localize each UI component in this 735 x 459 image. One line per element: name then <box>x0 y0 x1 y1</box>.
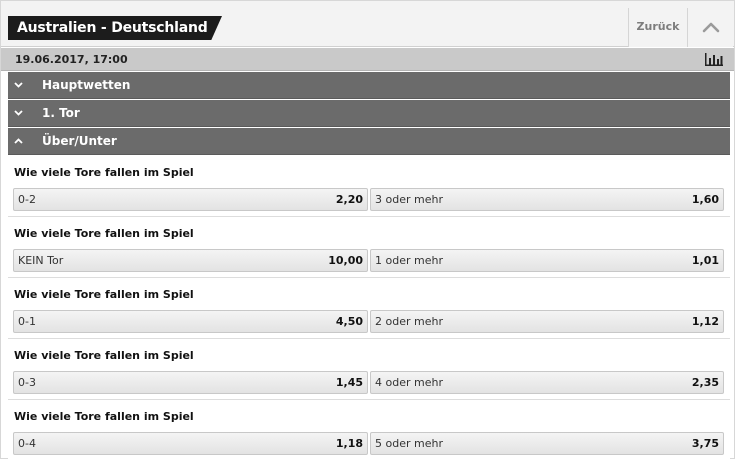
market-row: Wie viele Tore fallen im Spiel 0-3 1,45 … <box>8 339 730 400</box>
market-row: Wie viele Tore fallen im Spiel 0-1 4,50 … <box>8 278 730 339</box>
odd-button[interactable]: 4 oder mehr 2,35 <box>370 371 724 394</box>
match-date-row: 19.06.2017, 17:00 <box>1 48 734 71</box>
odd-value: 1,18 <box>335 437 363 450</box>
odd-value: 2,20 <box>335 193 363 206</box>
section-label: Über/Unter <box>42 134 117 148</box>
odd-button[interactable]: 0-2 2,20 <box>13 188 368 211</box>
section-ueber-unter[interactable]: Über/Unter <box>8 128 730 155</box>
bar-chart-icon[interactable] <box>704 52 724 67</box>
odd-name: 0-1 <box>18 315 36 328</box>
market-question: Wie viele Tore fallen im Spiel <box>14 410 194 423</box>
odd-value: 1,60 <box>691 193 719 206</box>
odd-name: 2 oder mehr <box>375 315 443 328</box>
chevron-down-icon <box>14 82 23 88</box>
section-toggle <box>8 72 28 99</box>
odd-name: 0-4 <box>18 437 36 450</box>
odd-name: 5 oder mehr <box>375 437 443 450</box>
market-row: Wie viele Tore fallen im Spiel 0-4 1,18 … <box>8 400 730 459</box>
match-header: Australien - Deutschland Zurück <box>1 1 734 47</box>
market-row: Wie viele Tore fallen im Spiel KEIN Tor … <box>8 217 730 278</box>
odd-name: 3 oder mehr <box>375 193 443 206</box>
collapse-button[interactable] <box>687 8 733 47</box>
market-question: Wie viele Tore fallen im Spiel <box>14 349 194 362</box>
odd-button[interactable]: KEIN Tor 10,00 <box>13 249 368 272</box>
odd-button[interactable]: 1 oder mehr 1,01 <box>370 249 724 272</box>
odd-value: 1,45 <box>335 376 363 389</box>
odd-name: 0-2 <box>18 193 36 206</box>
odd-value: 10,00 <box>328 254 363 267</box>
odd-name: 4 oder mehr <box>375 376 443 389</box>
section-toggle <box>8 128 28 155</box>
market-row: Wie viele Tore fallen im Spiel 0-2 2,20 … <box>8 156 730 217</box>
back-button[interactable]: Zurück <box>628 8 687 47</box>
odd-name: 1 oder mehr <box>375 254 443 267</box>
section-label: 1. Tor <box>42 106 80 120</box>
section-label: Hauptwetten <box>42 78 131 92</box>
odd-value: 2,35 <box>691 376 719 389</box>
section-hauptwetten[interactable]: Hauptwetten <box>8 72 730 99</box>
odd-button[interactable]: 3 oder mehr 1,60 <box>370 188 724 211</box>
match-datetime: 19.06.2017, 17:00 <box>15 53 128 66</box>
odd-value: 4,50 <box>335 315 363 328</box>
odd-button[interactable]: 0-1 4,50 <box>13 310 368 333</box>
market-question: Wie viele Tore fallen im Spiel <box>14 166 194 179</box>
odd-value: 3,75 <box>691 437 719 450</box>
odd-button[interactable]: 0-4 1,18 <box>13 432 368 455</box>
odd-button[interactable]: 2 oder mehr 1,12 <box>370 310 724 333</box>
match-title-tab: Australien - Deutschland <box>8 16 222 40</box>
odd-name: 0-3 <box>18 376 36 389</box>
odd-button[interactable]: 0-3 1,45 <box>13 371 368 394</box>
section-toggle <box>8 100 28 127</box>
chevron-up-icon <box>14 138 23 144</box>
odd-name: KEIN Tor <box>18 254 64 267</box>
match-title: Australien - Deutschland <box>17 20 208 36</box>
odd-value: 1,12 <box>691 315 719 328</box>
chevron-down-icon <box>14 110 23 116</box>
market-question: Wie viele Tore fallen im Spiel <box>14 288 194 301</box>
chevron-up-icon <box>702 22 720 33</box>
section-erstes-tor[interactable]: 1. Tor <box>8 100 730 127</box>
odd-value: 1,01 <box>691 254 719 267</box>
betting-panel: Australien - Deutschland Zurück 19.06.20… <box>0 0 735 459</box>
odd-button[interactable]: 5 oder mehr 3,75 <box>370 432 724 455</box>
market-question: Wie viele Tore fallen im Spiel <box>14 227 194 240</box>
